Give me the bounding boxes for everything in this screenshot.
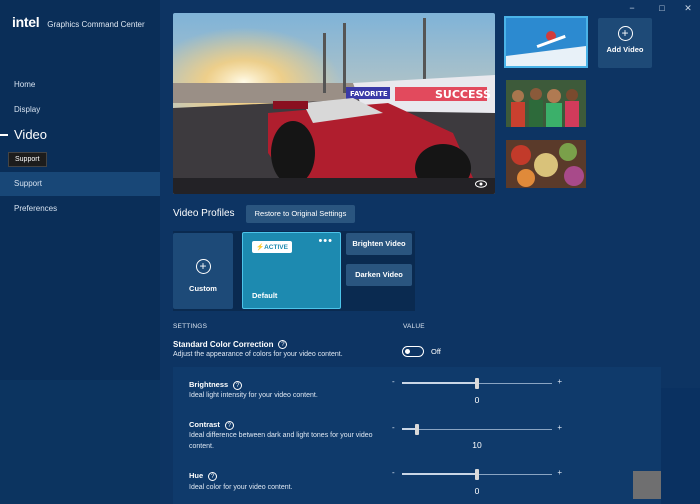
brightness-title-text: Brightness [189,380,229,389]
sidebar-item-label: Support [14,179,43,188]
brightness-description: Ideal light intensity for your video con… [189,392,318,399]
sidebar-lower-panel [0,380,160,504]
sidebar-item-preferences[interactable]: Preferences [0,197,160,221]
banner-text: FAVORITE [350,90,388,98]
main-video-preview[interactable]: SUCCESS FAVORITE [173,13,495,194]
video-thumbnail-food[interactable] [506,140,586,188]
contrast-value: 10 [472,440,482,450]
slider-fill [402,382,477,384]
settings-header: SETTINGS [173,323,208,330]
hue-slider[interactable]: - + [392,468,562,481]
minus-icon[interactable]: - [392,377,395,386]
minus-icon[interactable]: - [392,423,395,432]
video-profiles-title: Video Profiles [173,208,235,219]
sidebar-item-label: Preferences [14,204,58,213]
help-icon[interactable]: ? [233,380,243,390]
plus-icon[interactable]: + [557,468,562,477]
race-car-scene: SUCCESS FAVORITE [173,13,495,194]
plus-icon[interactable]: + [557,423,562,432]
active-indicator [0,134,8,136]
lightning-icon: ⚡ [256,244,265,251]
hue-value: 0 [474,486,480,496]
darken-video-button[interactable]: Darken Video [346,264,412,286]
restore-settings-button[interactable]: Restore to Original Settings [246,205,355,223]
active-badge: ⚡ACTIVE [252,241,292,253]
help-icon[interactable]: ? [278,340,288,350]
minus-icon[interactable]: - [392,468,395,477]
help-icon[interactable]: ? [208,471,218,481]
app-title: Graphics Command Center [47,20,145,29]
hue-description: Ideal color for your video content. [189,484,293,491]
decorative-square [633,471,661,499]
brand: intel Graphics Command Center [12,14,145,30]
support-tooltip: Support [8,152,47,167]
slider-fill [402,473,477,475]
slider-thumb[interactable] [475,378,479,389]
plus-icon: + [195,259,211,274]
scc-description: Adjust the appearance of colors for your… [173,351,343,358]
add-video-button[interactable]: + Add Video [598,18,652,68]
sidebar-item-label: Video [14,127,48,142]
toggle-state-label: Off [431,347,441,356]
contrast-title-text: Contrast [189,420,220,429]
custom-profile-card[interactable]: + Custom [173,233,233,309]
eye-icon[interactable] [475,180,487,188]
hue-title: Hue? [189,471,218,481]
brightness-slider[interactable]: - + [392,377,562,390]
brightness-value: 0 [474,395,480,405]
slider-thumb[interactable] [475,469,479,480]
sidebar-item-label: Display [14,105,41,114]
brighten-video-button[interactable]: Brighten Video [346,233,412,255]
color-correction-toggle[interactable] [402,346,424,357]
minimize-button[interactable]: − [625,3,639,13]
active-badge-label: ACTIVE [264,244,288,251]
sidebar-item-label: Home [14,80,36,89]
intel-logo: intel [12,14,40,30]
sidebar-item-home[interactable]: Home [0,73,160,97]
contrast-description: Ideal difference between dark and light … [189,432,373,450]
sidebar-item-display[interactable]: Display [0,98,160,122]
slider-track [402,429,552,430]
plus-icon[interactable]: + [557,377,562,386]
hue-title-text: Hue [189,471,204,480]
contrast-title: Contrast? [189,420,234,430]
default-profile-card[interactable]: ⚡ACTIVE ••• Default [242,232,341,309]
sidebar-item-video[interactable]: Video [0,123,160,147]
plus-icon: + [617,26,633,41]
decorative-block [661,388,700,504]
close-button[interactable]: ✕ [681,3,695,14]
contrast-slider[interactable]: - + [392,423,562,436]
default-profile-label: Default [252,291,278,300]
video-thumbnail-people[interactable] [506,80,586,127]
brightness-title: Brightness? [189,380,243,390]
maximize-button[interactable]: □ [655,3,669,13]
sidebar: intel Graphics Command Center Home Displ… [0,0,160,504]
help-icon[interactable]: ? [224,420,234,430]
add-video-label: Add Video [606,45,644,54]
video-thumbnail-skier[interactable] [504,16,588,68]
value-header: VALUE [403,323,425,330]
food-thumbnail-image [506,140,586,188]
custom-profile-label: Custom [189,284,217,293]
standard-color-correction-title: Standard Color Correction? [173,340,288,350]
skier-thumbnail-image [506,18,586,66]
toggle-knob [405,349,410,354]
banner-text: SUCCESS [435,88,491,101]
more-options-icon[interactable]: ••• [318,235,333,247]
people-thumbnail-image [506,80,586,127]
slider-thumb[interactable] [415,424,419,435]
scc-title-text: Standard Color Correction [173,340,274,349]
sidebar-item-support[interactable]: Support [0,172,160,196]
